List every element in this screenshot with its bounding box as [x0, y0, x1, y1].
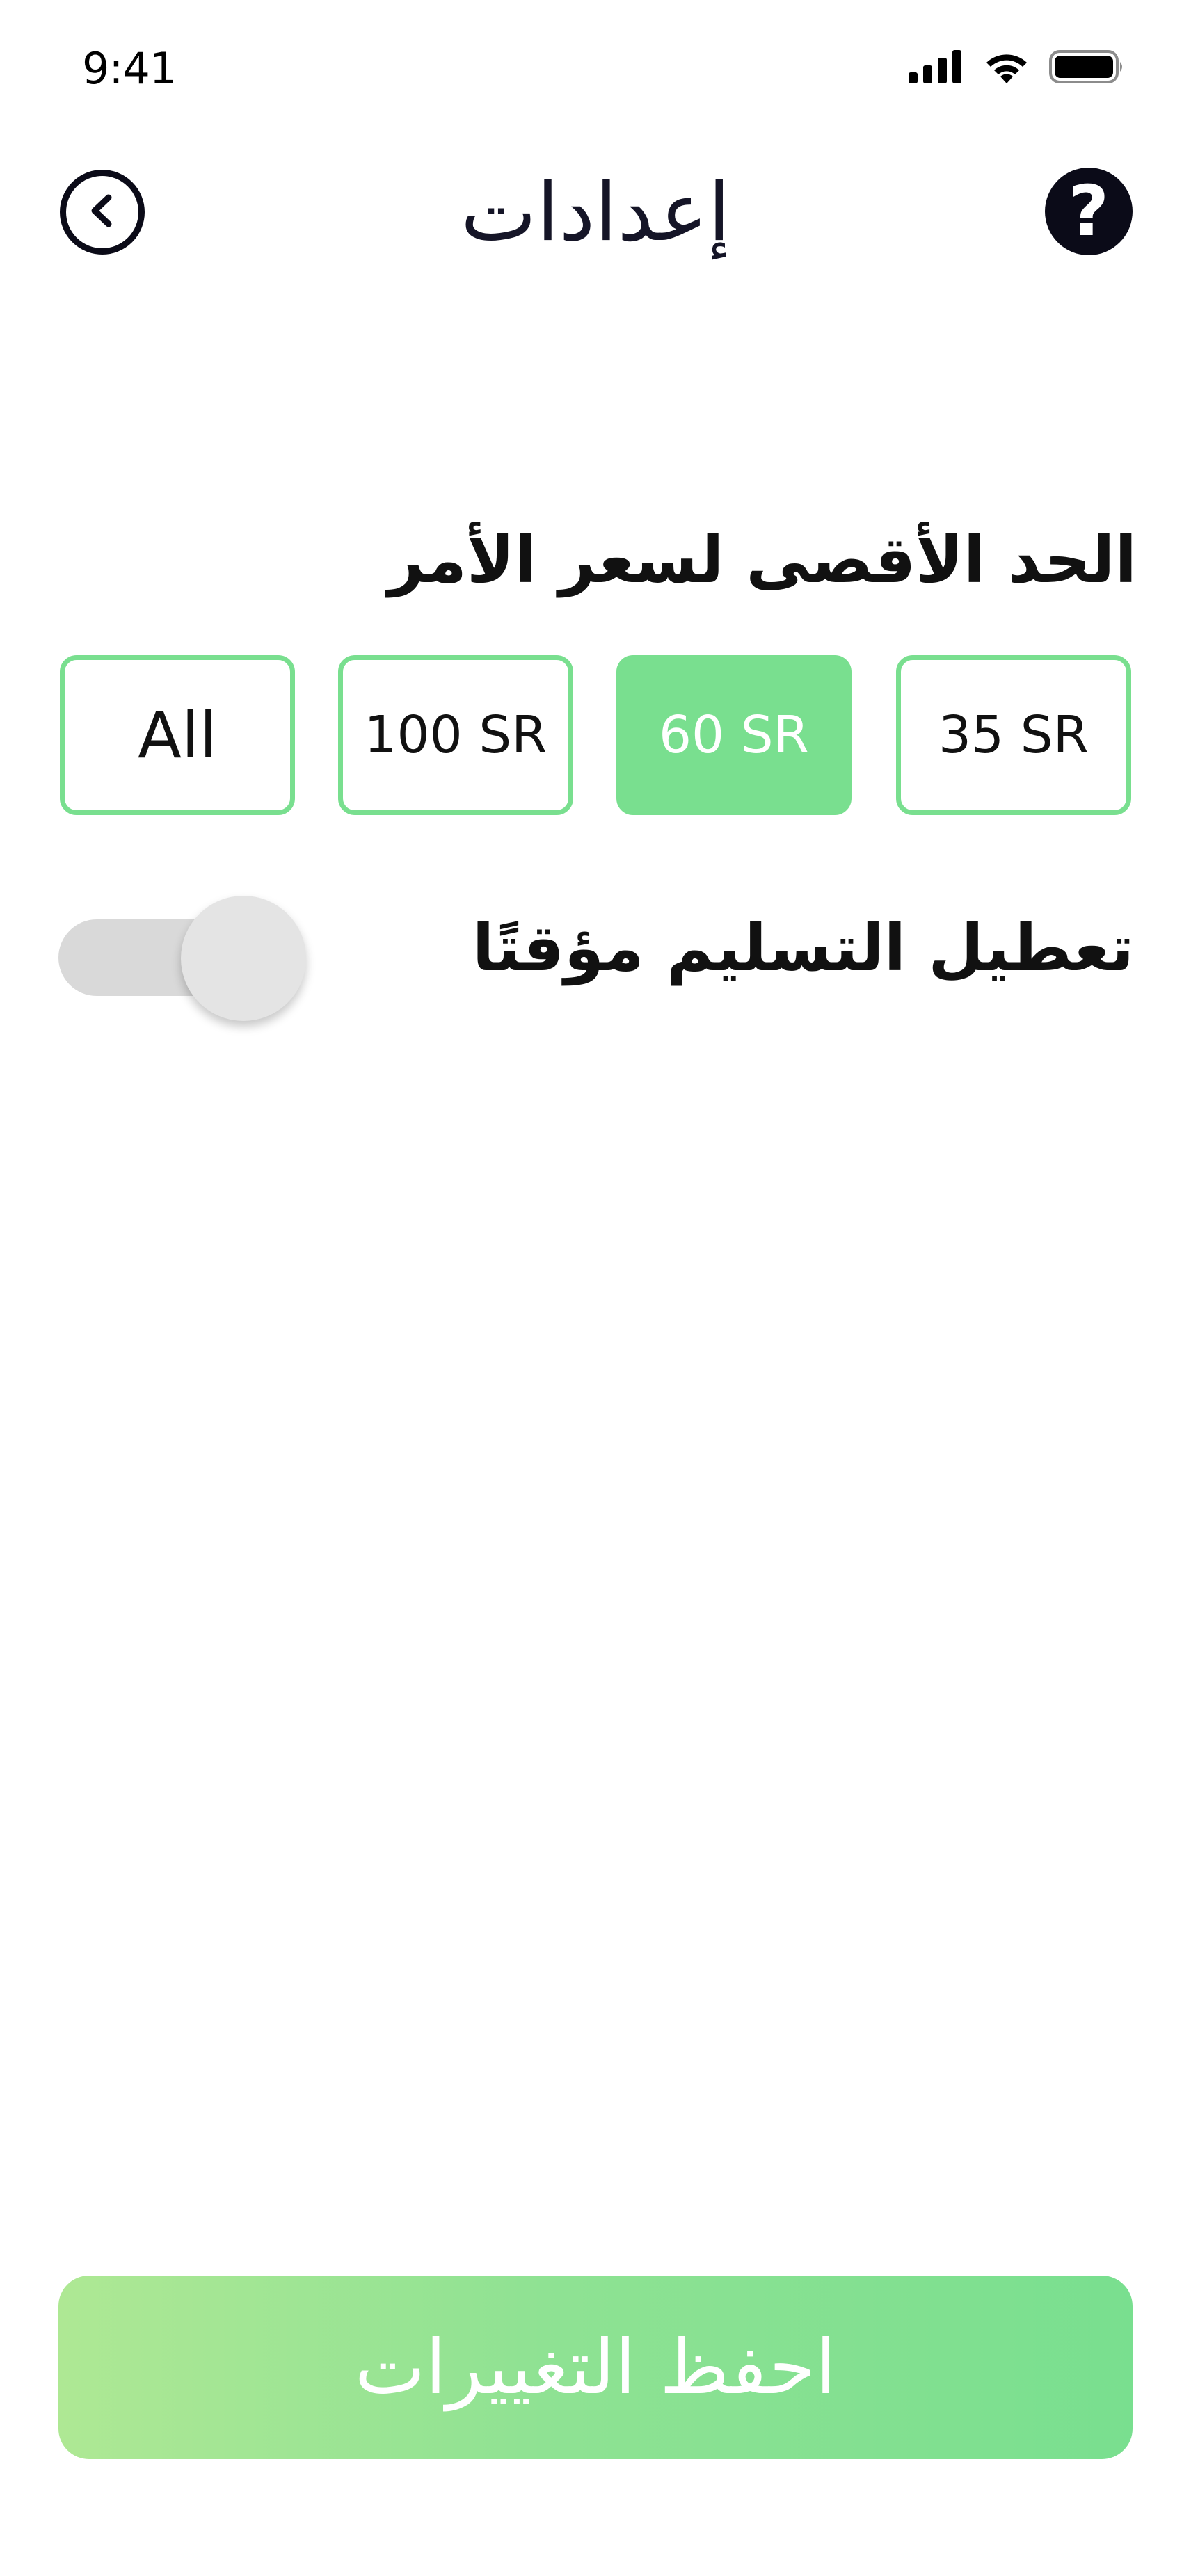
wifi-icon [982, 49, 1031, 88]
price-option-60[interactable]: 60 SR [616, 655, 852, 815]
toggle-knob [181, 896, 306, 1021]
price-options: All 100 SR 60 SR 35 SR [60, 655, 1131, 815]
pause-delivery-toggle[interactable] [58, 896, 309, 1024]
page-title: إعدادات [461, 166, 730, 259]
status-icons [909, 49, 1126, 88]
status-time: 9:41 [82, 43, 177, 94]
max-order-price-label: الحد الأقصى لسعر الأمر [387, 523, 1137, 597]
battery-icon [1049, 49, 1126, 87]
question-icon: ? [1068, 170, 1109, 252]
price-option-35[interactable]: 35 SR [896, 655, 1131, 815]
save-changes-button[interactable]: احفظ التغييرات [58, 2276, 1133, 2459]
settings-screen: 9:41 إعدادات ? الحد الأقصى لسعر الأمر Al… [0, 0, 1191, 2576]
pause-delivery-label: تعطيل التسليم مؤقتًا [472, 911, 1134, 985]
price-option-all[interactable]: All [60, 655, 295, 815]
price-option-100[interactable]: 100 SR [338, 655, 573, 815]
signal-icon [909, 50, 964, 86]
help-button[interactable]: ? [1045, 168, 1133, 255]
